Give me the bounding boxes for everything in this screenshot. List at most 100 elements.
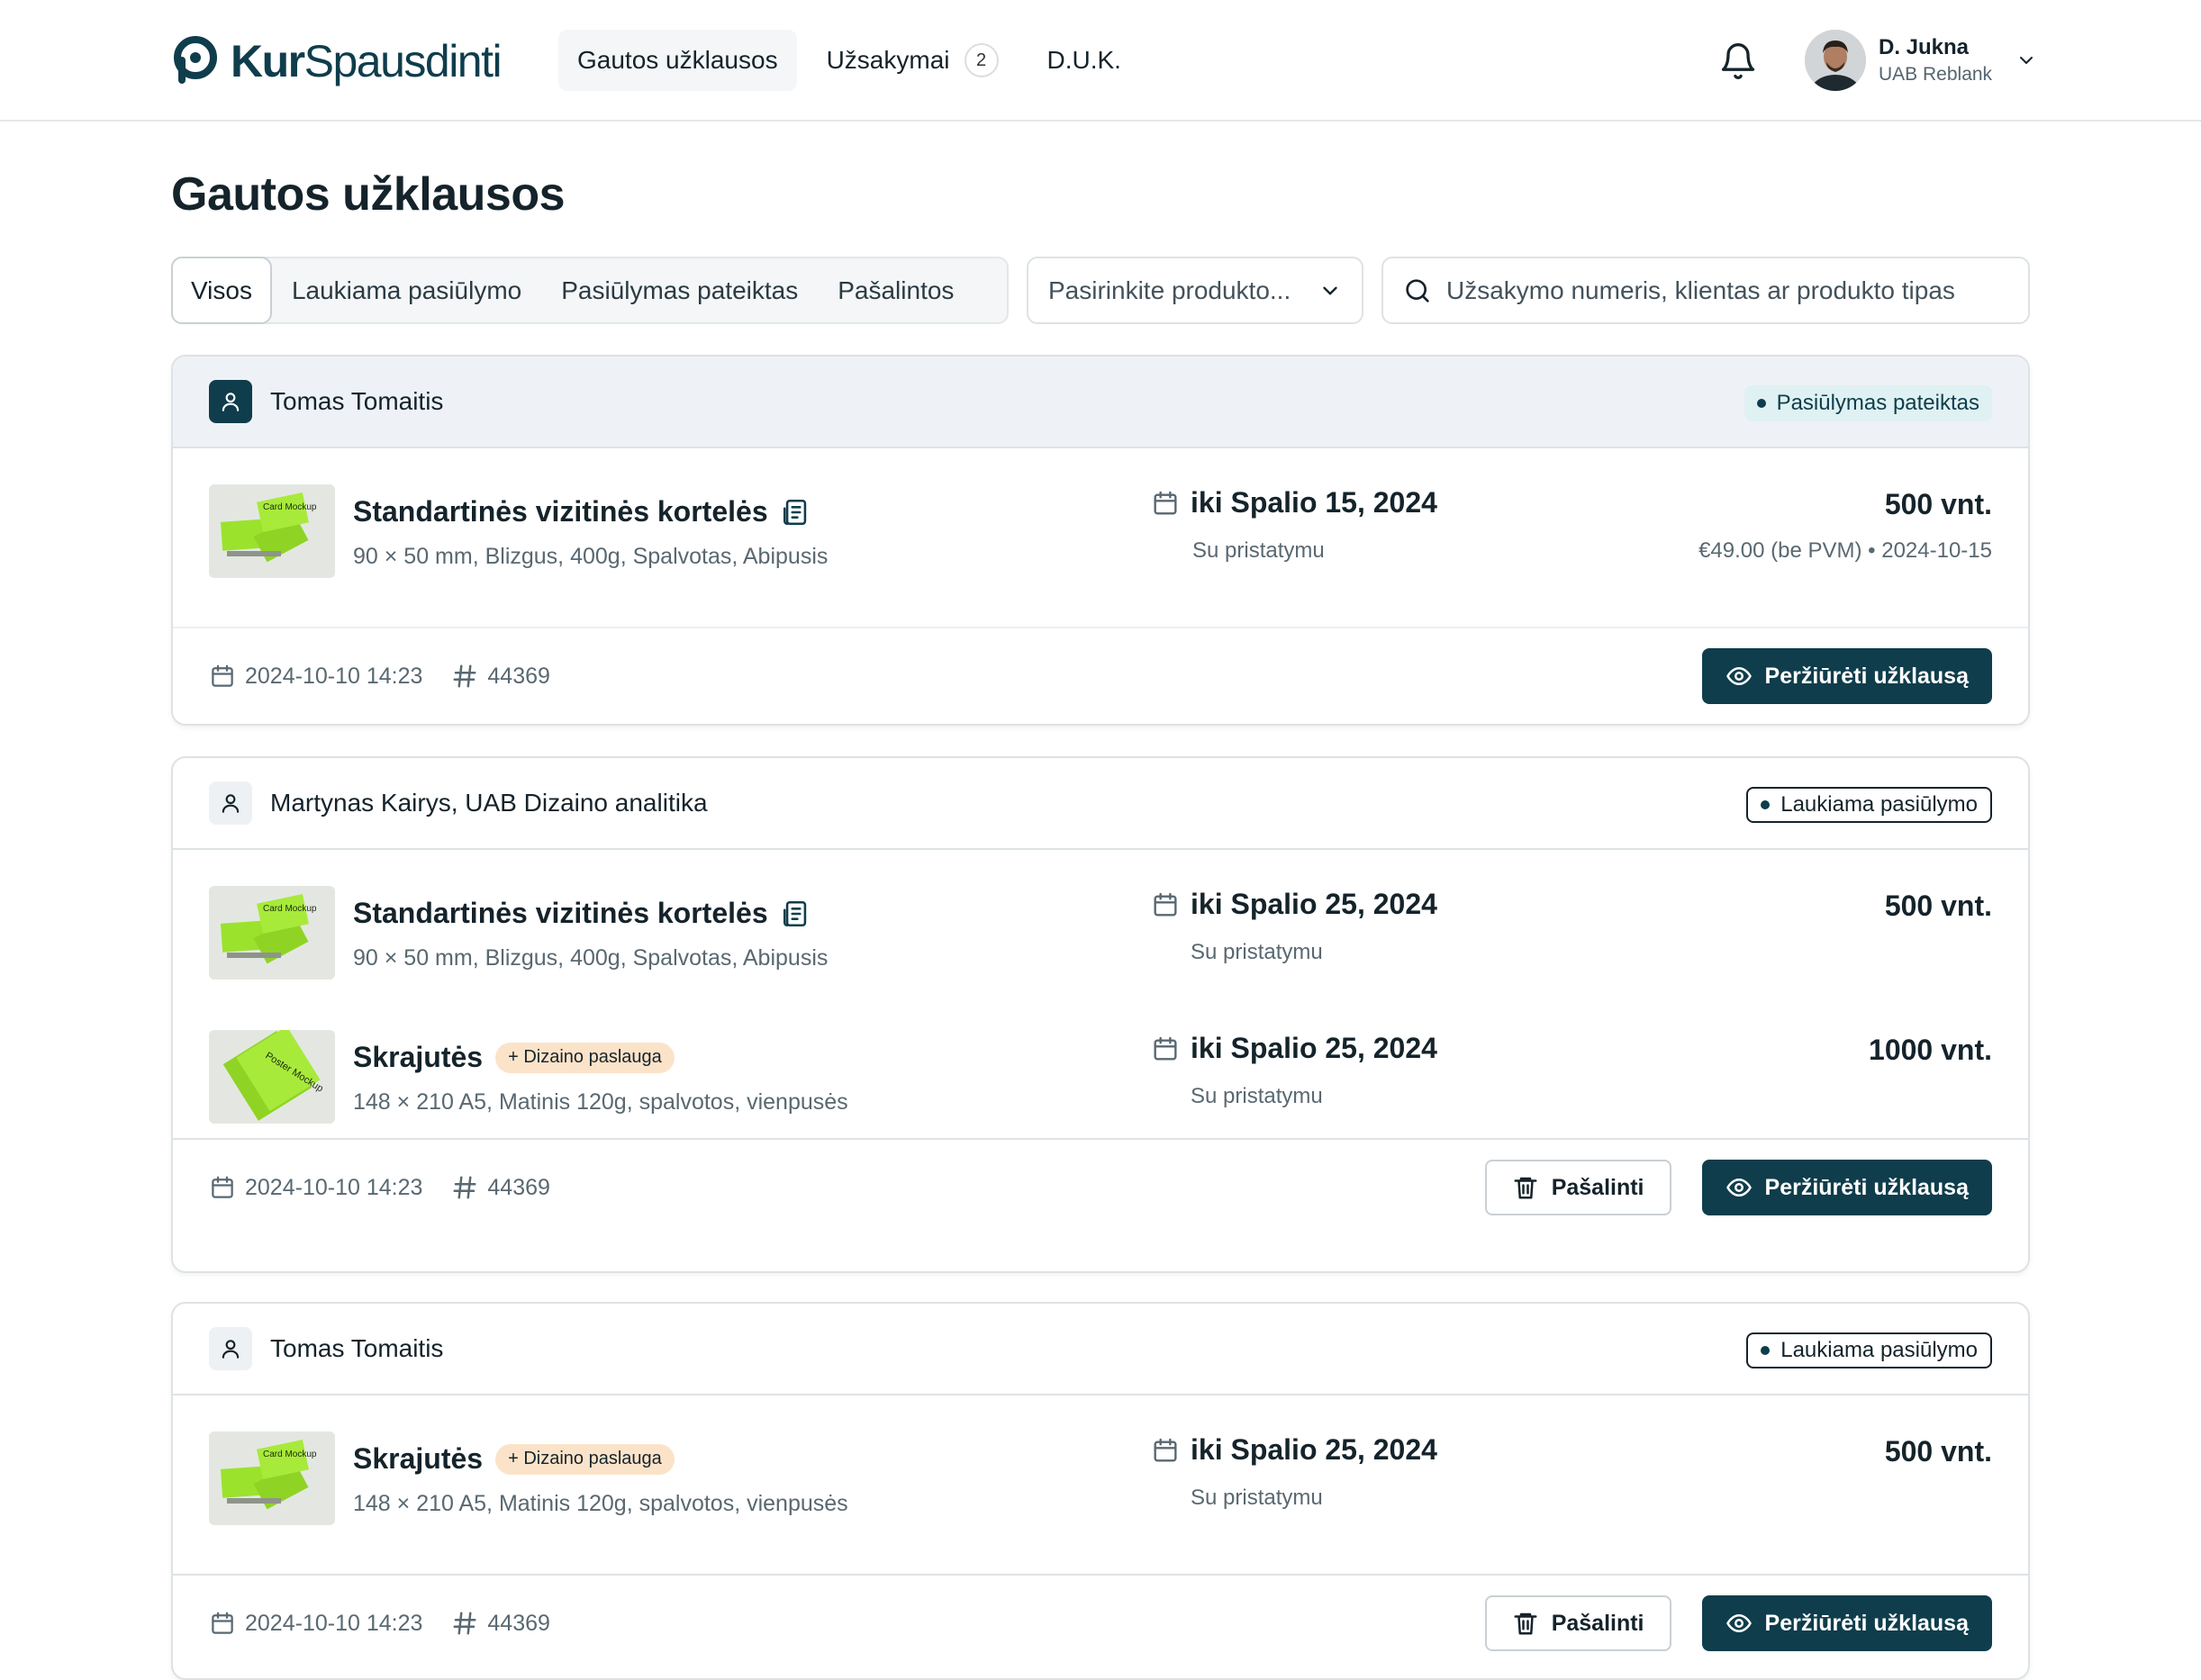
hash-icon xyxy=(453,1612,476,1635)
item-title-row: Standartinės vizitinės kortelės xyxy=(353,897,811,930)
bell-icon[interactable] xyxy=(1718,41,1758,81)
request-number: 44369 xyxy=(451,1174,550,1201)
created-date-value: 2024-10-10 14:23 xyxy=(245,1174,423,1200)
product-select[interactable]: Pasirinkite produkto... xyxy=(1027,257,1363,324)
status-label: Laukiama pasiūlymo xyxy=(1780,1338,1978,1362)
user-menu[interactable]: D. Jukna UAB Reblank xyxy=(1805,30,2037,91)
request-item: Card Mockup Standartinės vizitinės korte… xyxy=(173,850,2028,994)
status-badge: Pasiūlymas pateiktas xyxy=(1744,385,1992,421)
user-icon xyxy=(209,781,252,825)
calendar-icon xyxy=(1154,892,1177,917)
calendar-icon xyxy=(1154,1036,1177,1061)
status-label: Laukiama pasiūlymo xyxy=(1780,792,1978,817)
card-footer: 2024-10-10 14:23 44369 Pašalinti Peržiūr… xyxy=(173,1138,2028,1235)
request-number: 44369 xyxy=(451,1610,550,1637)
deadline: iki Spalio 25, 2024 xyxy=(1191,1433,1437,1466)
thumbnail-text: Card Mockup xyxy=(263,904,317,914)
calendar-icon xyxy=(1154,491,1177,515)
logo-mark-icon xyxy=(174,36,217,84)
eye-icon xyxy=(1725,667,1752,685)
orders-count-badge: 2 xyxy=(964,43,999,77)
brand-logo[interactable]: KurSpausdinti xyxy=(169,32,503,90)
client-name: Tomas Tomaitis xyxy=(270,387,444,415)
nav-item-orders[interactable]: Užsakymai 2 xyxy=(808,30,1018,91)
search-icon xyxy=(1406,278,1429,303)
design-service-tag: + Dizaino paslauga xyxy=(495,1042,675,1073)
calendar-icon xyxy=(212,664,233,687)
status-badge: Laukiama pasiūlymo xyxy=(1746,1332,1992,1368)
product-name: Skrajutės xyxy=(353,1442,484,1475)
tab-removed[interactable]: Pašalintos xyxy=(818,257,974,324)
item-title-row: Skrajutės + Dizaino paslauga xyxy=(353,1442,675,1476)
eye-icon xyxy=(1725,1614,1752,1632)
card-header: Martynas Kairys, UAB Dizaino analitika L… xyxy=(173,758,2028,850)
trash-icon xyxy=(1514,1177,1537,1199)
tab-offer-submitted[interactable]: Pasiūlymas pateiktas xyxy=(541,257,818,324)
user-name: D. Jukna xyxy=(1879,35,1970,59)
calendar-icon xyxy=(1154,1438,1177,1462)
user-info: D. Jukna UAB Reblank xyxy=(1879,33,1992,87)
search-box xyxy=(1381,257,2030,324)
card-actions: Pašalinti Peržiūrėti užklausą xyxy=(1484,1595,1992,1651)
request-card: Tomas Tomaitis Laukiama pasiūlymo Card M… xyxy=(171,1302,2030,1680)
card-actions: Pašalinti Peržiūrėti užklausą xyxy=(1484,1160,1992,1215)
request-item: Card Mockup Standartinės vizitinės korte… xyxy=(173,448,2028,627)
item-title-row: Standartinės vizitinės kortelės xyxy=(353,495,811,528)
product-name: Standartinės vizitinės kortelės xyxy=(353,897,768,929)
request-number-value: 44369 xyxy=(487,1610,550,1636)
nav-item-faq[interactable]: D.U.K. xyxy=(1028,30,1140,91)
nav-item-requests[interactable]: Gautos užklausos xyxy=(558,30,797,91)
avatar xyxy=(1805,30,1866,91)
product-name: Skrajutės xyxy=(353,1041,484,1073)
view-request-button[interactable]: Peržiūrėti užklausą xyxy=(1701,648,1992,704)
quantity: 500 vnt. xyxy=(1884,890,1992,922)
deadline: iki Spalio 15, 2024 xyxy=(1191,486,1437,519)
created-date: 2024-10-10 14:23 xyxy=(209,1610,422,1637)
quantity: 500 vnt. xyxy=(1884,1435,1992,1468)
hash-icon xyxy=(453,664,476,688)
delivery-note: Su pristatymu xyxy=(1191,1084,1323,1108)
calendar-icon xyxy=(212,1612,233,1634)
request-item: Card Mockup Skrajutės + Dizaino paslauga… xyxy=(173,1395,2028,1574)
product-spec: 148 × 210 A5, Matinis 120g, spalvotos, v… xyxy=(353,1491,848,1516)
product-name: Standartinės vizitinės kortelės xyxy=(353,495,768,528)
eye-icon xyxy=(1725,1179,1752,1197)
status-filter-tabs: Visos Laukiama pasiūlymo Pasiūlymas pate… xyxy=(171,257,1009,324)
client-name: Martynas Kairys, UAB Dizaino analitika xyxy=(270,789,708,817)
nav-item-label: Gautos užklausos xyxy=(577,46,778,74)
remove-button[interactable]: Pašalinti xyxy=(1484,1595,1671,1651)
main-nav: Gautos užklausos Užsakymai 2 D.U.K. xyxy=(558,30,1140,91)
document-icon[interactable] xyxy=(781,898,811,930)
product-select-value: Pasirinkite produkto... xyxy=(1048,275,1291,304)
view-request-label: Peržiūrėti užklausą xyxy=(1764,1174,1969,1200)
user-icon xyxy=(209,380,252,423)
remove-label: Pašalinti xyxy=(1551,1174,1644,1200)
card-header: Tomas Tomaitis Pasiūlymas pateiktas xyxy=(173,357,2028,448)
item-title-row: Skrajutės + Dizaino paslauga xyxy=(353,1041,675,1074)
tab-all[interactable]: Visos xyxy=(171,257,272,324)
product-thumbnail: Card Mockup xyxy=(209,484,335,578)
product-spec: 148 × 210 A5, Matinis 120g, spalvotos, v… xyxy=(353,1089,848,1115)
request-item: Poster Mockup Skrajutės + Dizaino paslau… xyxy=(173,994,2028,1138)
offer-price: €49.00 (be PVM) • 2024-10-15 xyxy=(1698,538,1992,563)
tab-awaiting-offer[interactable]: Laukiama pasiūlymo xyxy=(272,257,541,324)
card-footer: 2024-10-10 14:23 44369 Peržiūrėti užklau… xyxy=(173,627,2028,724)
document-icon[interactable] xyxy=(781,496,811,528)
delivery-note: Su pristatymu xyxy=(1192,538,1325,563)
remove-button[interactable]: Pašalinti xyxy=(1484,1160,1671,1215)
deadline-row: iki Spalio 15, 2024 xyxy=(1151,486,1437,519)
deadline: iki Spalio 25, 2024 xyxy=(1191,1032,1437,1064)
nav-item-label: D.U.K. xyxy=(1046,46,1121,74)
view-request-button[interactable]: Peržiūrėti užklausą xyxy=(1701,1595,1992,1651)
request-card: Tomas Tomaitis Pasiūlymas pateiktas Card… xyxy=(171,355,2030,726)
product-thumbnail: Card Mockup xyxy=(209,1432,335,1525)
view-request-button[interactable]: Peržiūrėti užklausą xyxy=(1701,1160,1992,1215)
search-input[interactable] xyxy=(1446,275,2008,305)
status-badge: Laukiama pasiūlymo xyxy=(1746,787,1992,823)
status-label: Pasiūlymas pateiktas xyxy=(1776,391,1979,415)
view-request-label: Peržiūrėti užklausą xyxy=(1764,1610,1969,1636)
created-date-value: 2024-10-10 14:23 xyxy=(245,1610,423,1636)
top-bar: KurSpausdinti Gautos užklausos Užsakymai… xyxy=(0,0,2201,122)
chevron-down-icon xyxy=(2020,57,2033,64)
quantity: 1000 vnt. xyxy=(1869,1034,1992,1066)
